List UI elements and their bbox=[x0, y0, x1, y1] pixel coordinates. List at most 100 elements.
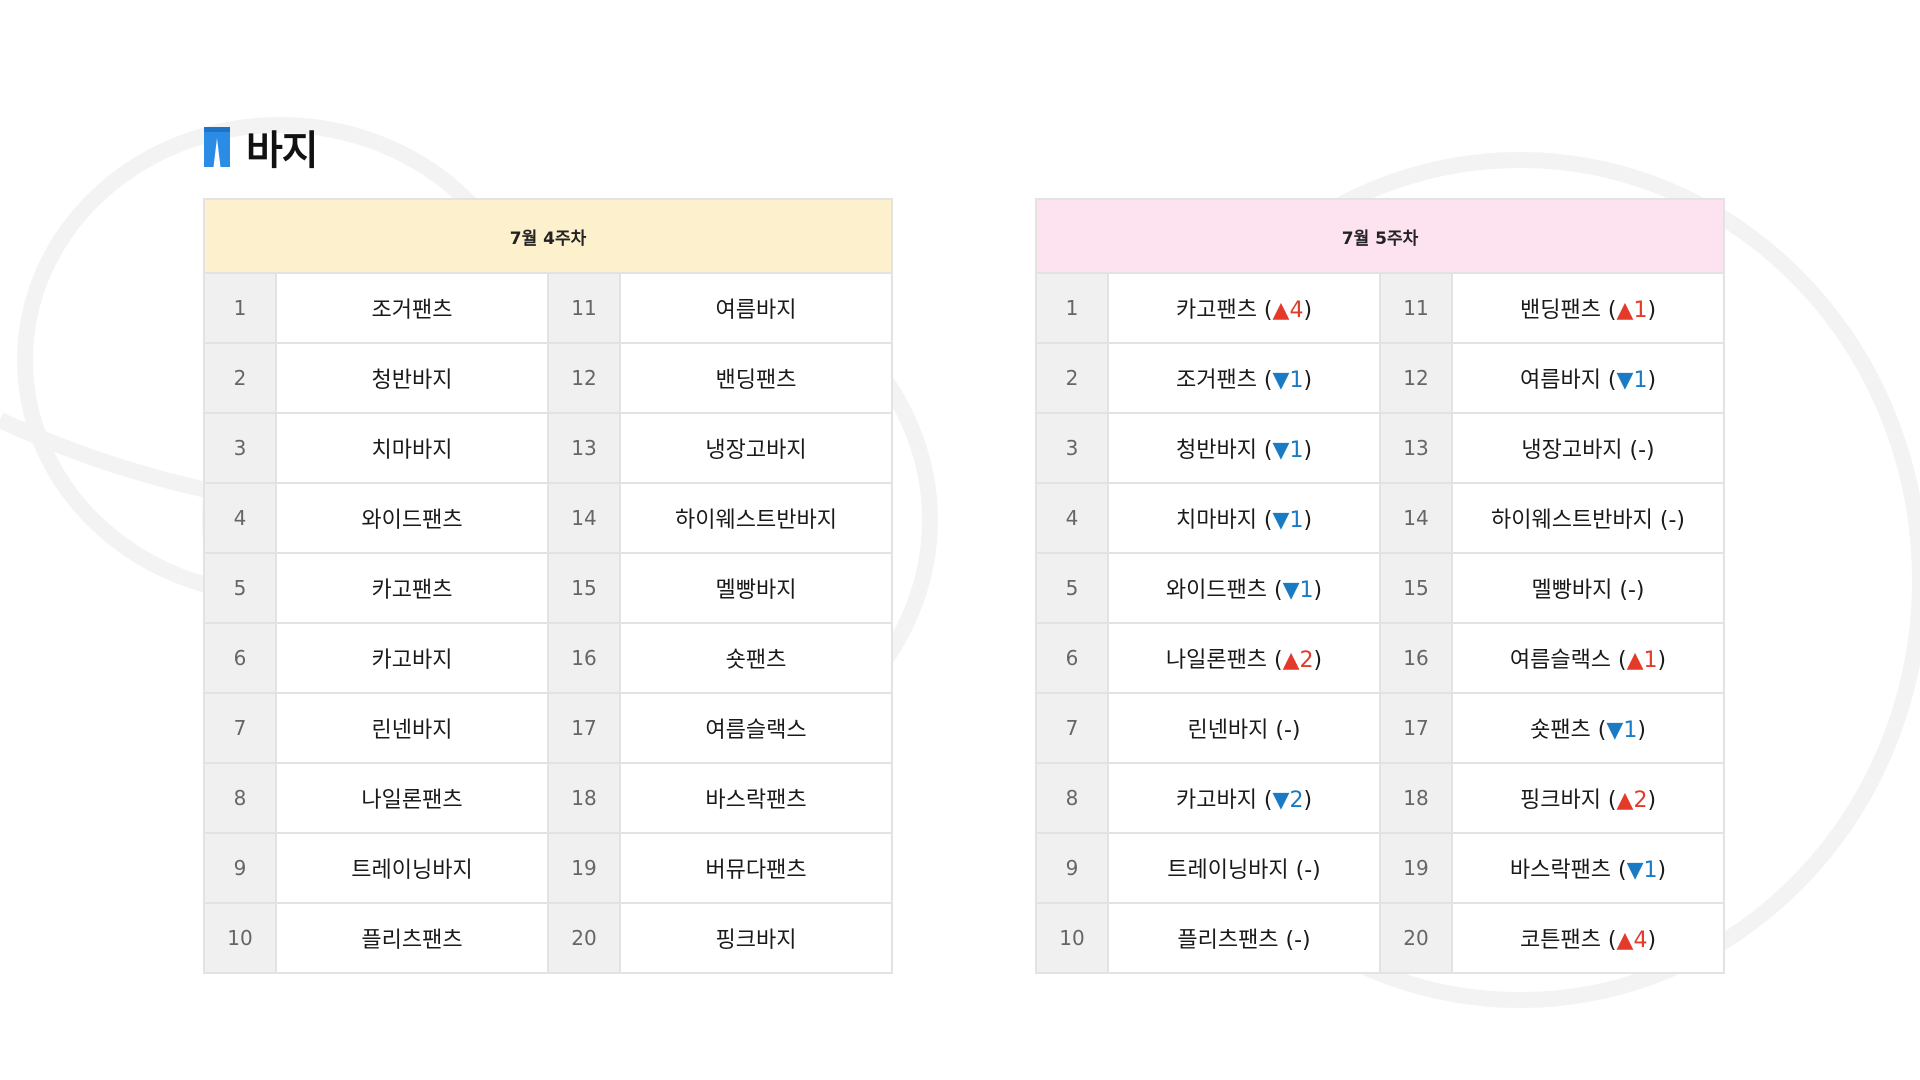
keyword-cell: 치마바지 (▼1) bbox=[1107, 482, 1381, 554]
keyword-cell: 카고팬츠 (▲4) bbox=[1107, 272, 1381, 344]
keyword-cell: 청반바지 (▼1) bbox=[1107, 412, 1381, 484]
week4-header: 7월 4주차 bbox=[203, 198, 893, 274]
rank-change-value: 4 bbox=[1633, 928, 1648, 953]
rank-number: 13 bbox=[547, 412, 621, 484]
keyword-name: 카고팬츠 bbox=[275, 552, 549, 624]
rank-down-icon: ▼ bbox=[1272, 508, 1290, 533]
keyword-name: 밴딩팬츠 bbox=[619, 342, 893, 414]
keyword-name: 여름슬랙스 bbox=[1509, 648, 1612, 673]
change-open: ( bbox=[1256, 438, 1273, 463]
rank-number: 1 bbox=[1035, 272, 1109, 344]
rank-change-value: 1 bbox=[1299, 578, 1314, 603]
rank-number: 16 bbox=[1379, 622, 1453, 694]
change-open: ( bbox=[1267, 648, 1283, 673]
change-close: ) bbox=[1303, 508, 1313, 533]
rank-number: 3 bbox=[203, 412, 277, 484]
keyword-name: 버뮤다팬츠 bbox=[619, 832, 893, 904]
rank-number: 17 bbox=[547, 692, 621, 764]
change-open: ( bbox=[1600, 788, 1617, 813]
rank-number: 6 bbox=[203, 622, 277, 694]
rank-number: 14 bbox=[1379, 482, 1453, 554]
keyword-name: 핑크바지 bbox=[1519, 788, 1601, 813]
keyword-name: 카고바지 bbox=[275, 622, 549, 694]
keyword-name: 숏팬츠 bbox=[619, 622, 893, 694]
table-row: 4 치마바지 (▼1) 14 하이웨스트반바지 (-) bbox=[1035, 482, 1725, 554]
keyword-cell: 바스락팬츠 (▼1) bbox=[1451, 832, 1725, 904]
rank-number: 9 bbox=[1035, 832, 1109, 904]
change-open: ( bbox=[1256, 508, 1273, 533]
table-row: 6 카고바지 16 숏팬츠 bbox=[203, 622, 893, 694]
pants-icon bbox=[204, 127, 230, 167]
rank-down-icon: ▼ bbox=[1616, 368, 1634, 393]
week4-ranking-table: 7월 4주차 1 조거팬츠 11 여름바지 2 청반바지 12 밴딩팬츠 3 치마바지 13 냉장고바… bbox=[203, 198, 893, 974]
table-row: 2 조거팬츠 (▼1) 12 여름바지 (▼1) bbox=[1035, 342, 1725, 414]
keyword-name: 플리츠팬츠 bbox=[1177, 928, 1279, 953]
keyword-cell: 플리츠팬츠 (-) bbox=[1107, 902, 1381, 974]
change-open: (-) bbox=[1652, 508, 1686, 533]
rank-down-icon: ▼ bbox=[1606, 718, 1624, 743]
keyword-cell: 조거팬츠 (▼1) bbox=[1107, 342, 1381, 414]
change-close: ) bbox=[1647, 788, 1657, 813]
rank-up-icon: ▲ bbox=[1272, 298, 1290, 323]
rank-change-value: 1 bbox=[1643, 858, 1658, 883]
rank-change-value: 1 bbox=[1289, 508, 1304, 533]
rank-change-value: 4 bbox=[1289, 298, 1304, 323]
keyword-cell: 린넨바지 (-) bbox=[1107, 692, 1381, 764]
keyword-name: 코튼팬츠 bbox=[1519, 928, 1601, 953]
keyword-cell: 나일론팬츠 (▲2) bbox=[1107, 622, 1381, 694]
table-row: 6 나일론팬츠 (▲2) 16 여름슬랙스 (▲1) bbox=[1035, 622, 1725, 694]
rank-number: 19 bbox=[1379, 832, 1453, 904]
change-open: ( bbox=[1600, 368, 1617, 393]
rank-change-value: 1 bbox=[1633, 368, 1648, 393]
keyword-name: 치마바지 bbox=[275, 412, 549, 484]
table-row: 2 청반바지 12 밴딩팬츠 bbox=[203, 342, 893, 414]
rank-number: 6 bbox=[1035, 622, 1109, 694]
rank-number: 19 bbox=[547, 832, 621, 904]
rank-number: 3 bbox=[1035, 412, 1109, 484]
keyword-cell: 하이웨스트반바지 (-) bbox=[1451, 482, 1725, 554]
change-close: ) bbox=[1657, 858, 1667, 883]
keyword-name: 멜빵바지 bbox=[1531, 578, 1613, 603]
rank-number: 15 bbox=[1379, 552, 1453, 624]
change-close: ) bbox=[1647, 928, 1657, 953]
keyword-cell: 숏팬츠 (▼1) bbox=[1451, 692, 1725, 764]
rank-number: 18 bbox=[1379, 762, 1453, 834]
change-open: (-) bbox=[1268, 718, 1301, 743]
rank-change-value: 1 bbox=[1643, 648, 1658, 673]
change-open: ( bbox=[1600, 928, 1617, 953]
change-open: (-) bbox=[1278, 928, 1311, 953]
keyword-name: 조거팬츠 bbox=[1175, 368, 1257, 393]
rank-change-value: 2 bbox=[1633, 788, 1648, 813]
rank-number: 4 bbox=[203, 482, 277, 554]
rank-number: 20 bbox=[547, 902, 621, 974]
keyword-name: 린넨바지 bbox=[1187, 718, 1269, 743]
keyword-name: 바스락팬츠 bbox=[619, 762, 893, 834]
keyword-name: 린넨바지 bbox=[275, 692, 549, 764]
table-row: 7 린넨바지 (-) 17 숏팬츠 (▼1) bbox=[1035, 692, 1725, 764]
rank-change-value: 2 bbox=[1289, 788, 1304, 813]
table-row: 3 청반바지 (▼1) 13 냉장고바지 (-) bbox=[1035, 412, 1725, 484]
page-header: 바지 bbox=[202, 118, 319, 176]
rank-down-icon: ▼ bbox=[1626, 858, 1644, 883]
change-open: (-) bbox=[1612, 578, 1645, 603]
table-row: 1 카고팬츠 (▲4) 11 밴딩팬츠 (▲1) bbox=[1035, 272, 1725, 344]
rank-number: 7 bbox=[1035, 692, 1109, 764]
rank-up-icon: ▲ bbox=[1616, 298, 1634, 323]
rank-change-value: 1 bbox=[1289, 438, 1304, 463]
rank-number: 2 bbox=[1035, 342, 1109, 414]
rank-number: 10 bbox=[1035, 902, 1109, 974]
table-row: 7 린넨바지 17 여름슬랙스 bbox=[203, 692, 893, 764]
rank-number: 12 bbox=[547, 342, 621, 414]
rank-number: 11 bbox=[547, 272, 621, 344]
table-row: 3 치마바지 13 냉장고바지 bbox=[203, 412, 893, 484]
change-close: ) bbox=[1637, 718, 1646, 743]
rank-up-icon: ▲ bbox=[1626, 648, 1644, 673]
rank-number: 5 bbox=[1035, 552, 1109, 624]
change-open: ( bbox=[1256, 298, 1273, 323]
rank-up-icon: ▲ bbox=[1616, 928, 1634, 953]
change-open: (-) bbox=[1288, 858, 1321, 883]
rank-number: 18 bbox=[547, 762, 621, 834]
keyword-name: 하이웨스트반바지 bbox=[1490, 508, 1653, 533]
table-row: 4 와이드팬츠 14 하이웨스트반바지 bbox=[203, 482, 893, 554]
change-open: ( bbox=[1600, 298, 1617, 323]
